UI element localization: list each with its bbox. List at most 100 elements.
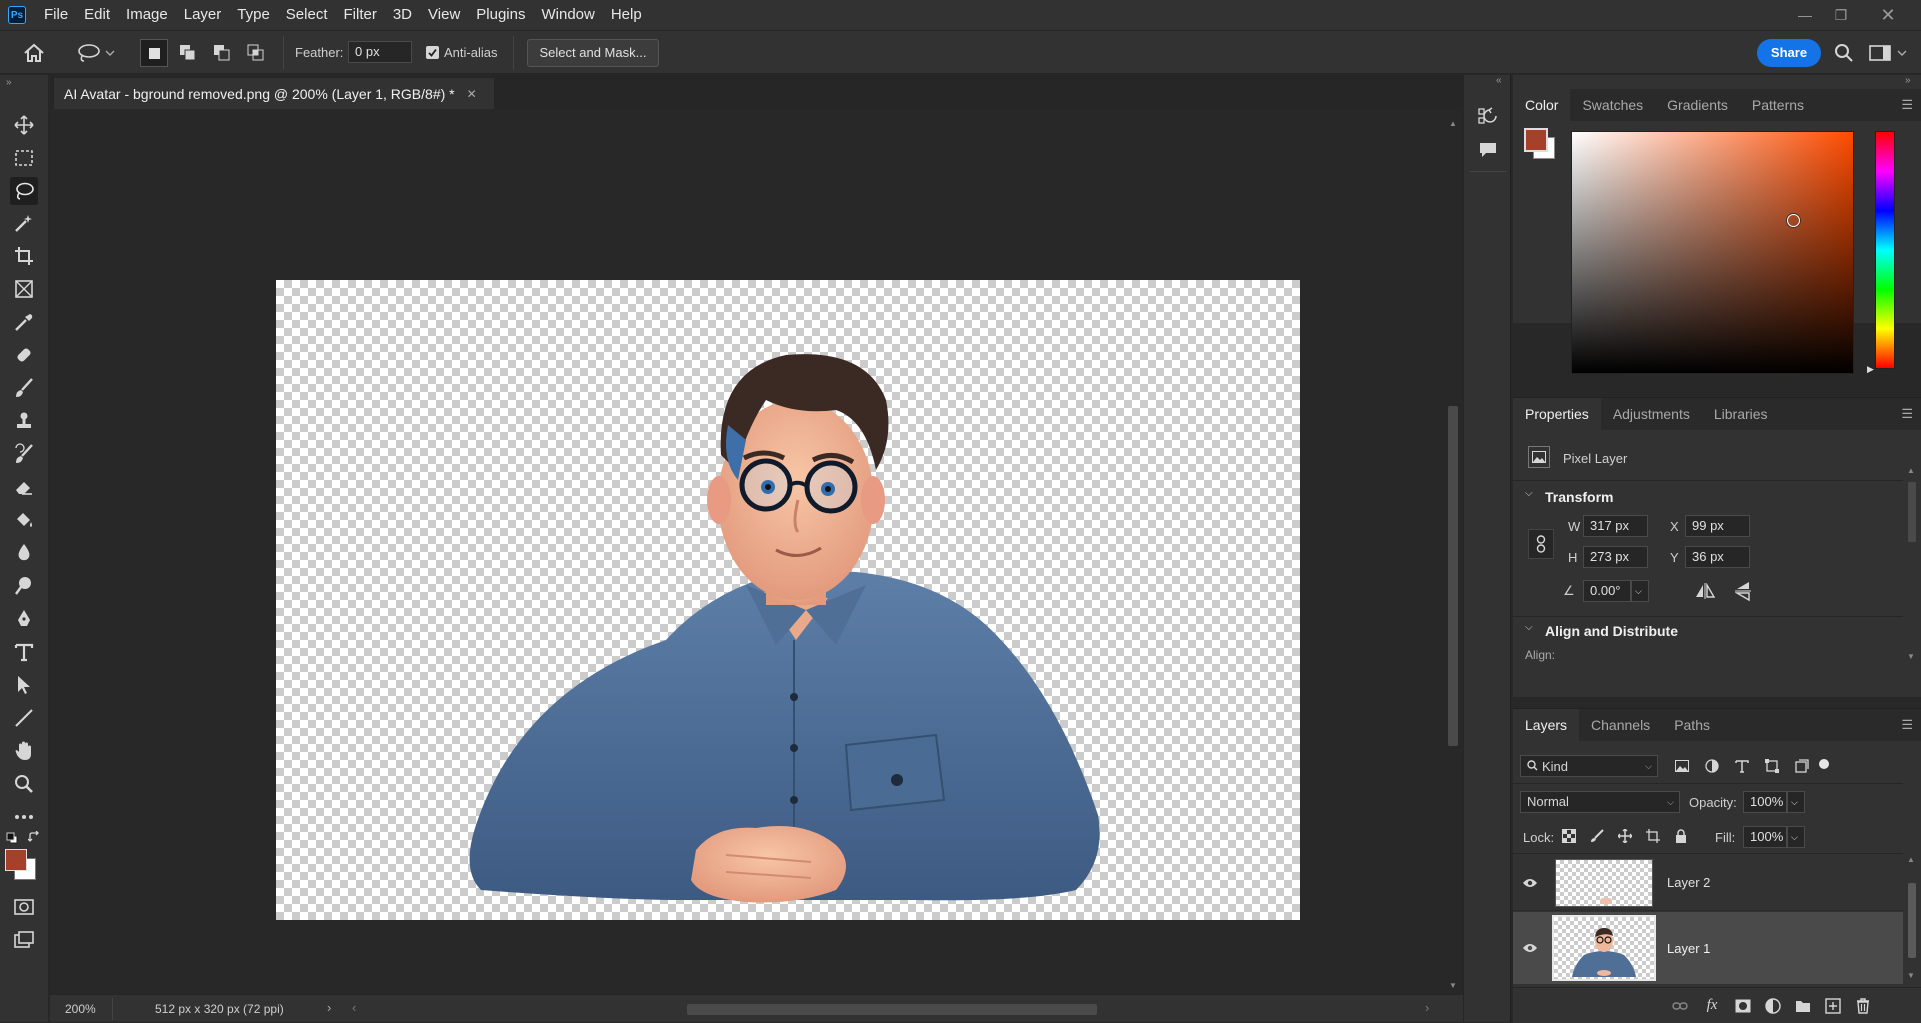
opacity-input[interactable]: 100% (1743, 791, 1787, 813)
filter-shape-icon[interactable] (1763, 757, 1781, 775)
history-panel-icon[interactable] (1474, 103, 1502, 131)
close-window-icon[interactable]: ✕ (1870, 0, 1906, 30)
x-input[interactable]: 99 px (1685, 515, 1750, 537)
layer-row-selected[interactable]: Layer 1 (1513, 912, 1903, 984)
restore-icon[interactable]: ❐ (1823, 0, 1859, 30)
filter-smart-object-icon[interactable] (1793, 757, 1811, 775)
crop-icon[interactable] (10, 242, 38, 270)
tab-libraries[interactable]: Libraries (1702, 398, 1780, 430)
panel-menu-icon[interactable]: ☰ (1901, 89, 1921, 121)
link-dimensions-icon[interactable] (1528, 529, 1554, 559)
scroll-down-icon[interactable]: ▼ (1907, 652, 1915, 661)
y-input[interactable]: 36 px (1685, 546, 1750, 568)
properties-scroll-thumb[interactable] (1908, 482, 1916, 542)
menu-view[interactable]: View (420, 0, 468, 30)
intersect-selection-button[interactable] (242, 39, 270, 67)
menu-select[interactable]: Select (278, 0, 336, 30)
antialias-checkbox[interactable] (426, 46, 439, 59)
comments-panel-icon[interactable] (1474, 136, 1502, 164)
menu-file[interactable]: File (36, 0, 76, 30)
document-canvas[interactable] (276, 280, 1300, 920)
close-tab-icon[interactable]: ✕ (467, 87, 477, 101)
layer-row[interactable]: Layer 2 (1513, 855, 1903, 911)
quick-mask-icon[interactable] (10, 893, 38, 921)
scroll-right-icon[interactable]: › (1425, 1000, 1429, 1015)
canvas-area[interactable] (50, 109, 1441, 994)
tab-properties[interactable]: Properties (1513, 398, 1601, 430)
lock-all-icon[interactable] (1672, 827, 1690, 845)
scroll-down-icon[interactable]: ▼ (1907, 971, 1915, 980)
eye-icon[interactable] (1513, 912, 1547, 984)
align-chevron-icon[interactable]: ⌵ (1525, 622, 1533, 633)
flip-vertical-icon[interactable] (1731, 580, 1755, 602)
height-input[interactable]: 273 px (1583, 546, 1648, 568)
zoom-level[interactable]: 200% (65, 1002, 96, 1016)
menu-plugins[interactable]: Plugins (468, 0, 533, 30)
new-layer-icon[interactable] (1823, 996, 1843, 1016)
tab-paths[interactable]: Paths (1662, 709, 1722, 741)
angle-dropdown-icon[interactable]: ⌵ (1631, 580, 1649, 602)
lock-transparent-icon[interactable] (1560, 827, 1578, 845)
color-picker-cursor[interactable] (1787, 214, 1800, 227)
subtract-selection-button[interactable] (208, 39, 236, 67)
hand-icon[interactable] (10, 737, 38, 765)
add-mask-icon[interactable] (1733, 996, 1753, 1016)
menu-type[interactable]: Type (229, 0, 278, 30)
angle-input[interactable]: 0.00° (1583, 580, 1631, 602)
new-adjustment-layer-icon[interactable] (1763, 996, 1783, 1016)
menu-filter[interactable]: Filter (336, 0, 385, 30)
zoom-icon[interactable] (10, 770, 38, 798)
blend-mode-select[interactable]: Normal ⌵ (1520, 791, 1680, 813)
menu-window[interactable]: Window (533, 0, 602, 30)
tab-gradients[interactable]: Gradients (1655, 89, 1740, 121)
move-icon[interactable] (10, 111, 38, 139)
minimize-icon[interactable]: — (1787, 0, 1823, 30)
properties-scrollbar[interactable]: ▲ ▼ (1905, 466, 1919, 666)
foreground-color-swatch[interactable] (5, 849, 27, 871)
collapse-toolbar-icon[interactable]: » (6, 77, 12, 88)
hue-slider[interactable] (1875, 131, 1895, 369)
status-menu-chevron-icon[interactable]: › (327, 1000, 331, 1015)
default-colors-icon[interactable] (6, 832, 18, 844)
more-tools-icon[interactable] (10, 803, 38, 831)
marquee-icon[interactable] (10, 144, 38, 172)
blur-icon[interactable] (10, 539, 38, 567)
add-selection-button[interactable] (174, 39, 202, 67)
width-input[interactable]: 317 px (1583, 515, 1648, 537)
dodge-icon[interactable] (10, 572, 38, 600)
paint-bucket-icon[interactable] (10, 506, 38, 534)
menu-layer[interactable]: Layer (176, 0, 230, 30)
swap-colors-icon[interactable] (27, 830, 40, 843)
scroll-down-icon[interactable]: ▼ (1449, 981, 1457, 990)
type-icon[interactable] (10, 638, 38, 666)
filter-adjustment-icon[interactable] (1703, 757, 1721, 775)
search-icon[interactable] (1832, 41, 1856, 65)
fill-dropdown-icon[interactable]: ⌵ (1787, 826, 1805, 848)
magic-wand-icon[interactable] (10, 209, 38, 237)
select-and-mask-button[interactable]: Select and Mask... (527, 39, 659, 67)
tab-layers[interactable]: Layers (1513, 709, 1580, 741)
foreground-color-chip[interactable] (1524, 128, 1548, 152)
filter-toggle-icon[interactable] (1819, 759, 1829, 769)
tab-adjustments[interactable]: Adjustments (1601, 398, 1702, 430)
document-tab[interactable]: AI Avatar - bground removed.png @ 200% (… (54, 78, 494, 109)
lasso-icon[interactable] (10, 177, 38, 205)
eraser-icon[interactable] (10, 473, 38, 501)
color-field[interactable] (1571, 131, 1854, 374)
fill-input[interactable]: 100% (1743, 826, 1787, 848)
menu-help[interactable]: Help (603, 0, 650, 30)
tab-channels[interactable]: Channels (1579, 709, 1662, 741)
lock-pixels-icon[interactable] (1588, 827, 1606, 845)
frame-icon[interactable] (10, 275, 38, 303)
new-group-icon[interactable] (1793, 996, 1813, 1016)
hue-slider-handle-icon[interactable]: ▶ (1867, 364, 1874, 375)
scroll-left-icon[interactable]: ‹ (352, 1000, 356, 1015)
lock-artboard-icon[interactable] (1644, 827, 1662, 845)
scroll-up-icon[interactable]: ▲ (1449, 119, 1457, 128)
scroll-up-icon[interactable]: ▲ (1907, 855, 1915, 864)
home-icon[interactable] (20, 41, 48, 65)
link-layers-icon[interactable] (1670, 996, 1690, 1016)
healing-brush-icon[interactable] (10, 341, 38, 369)
history-brush-icon[interactable] (10, 440, 38, 468)
collapse-panel-icon[interactable]: » (1905, 75, 1911, 86)
